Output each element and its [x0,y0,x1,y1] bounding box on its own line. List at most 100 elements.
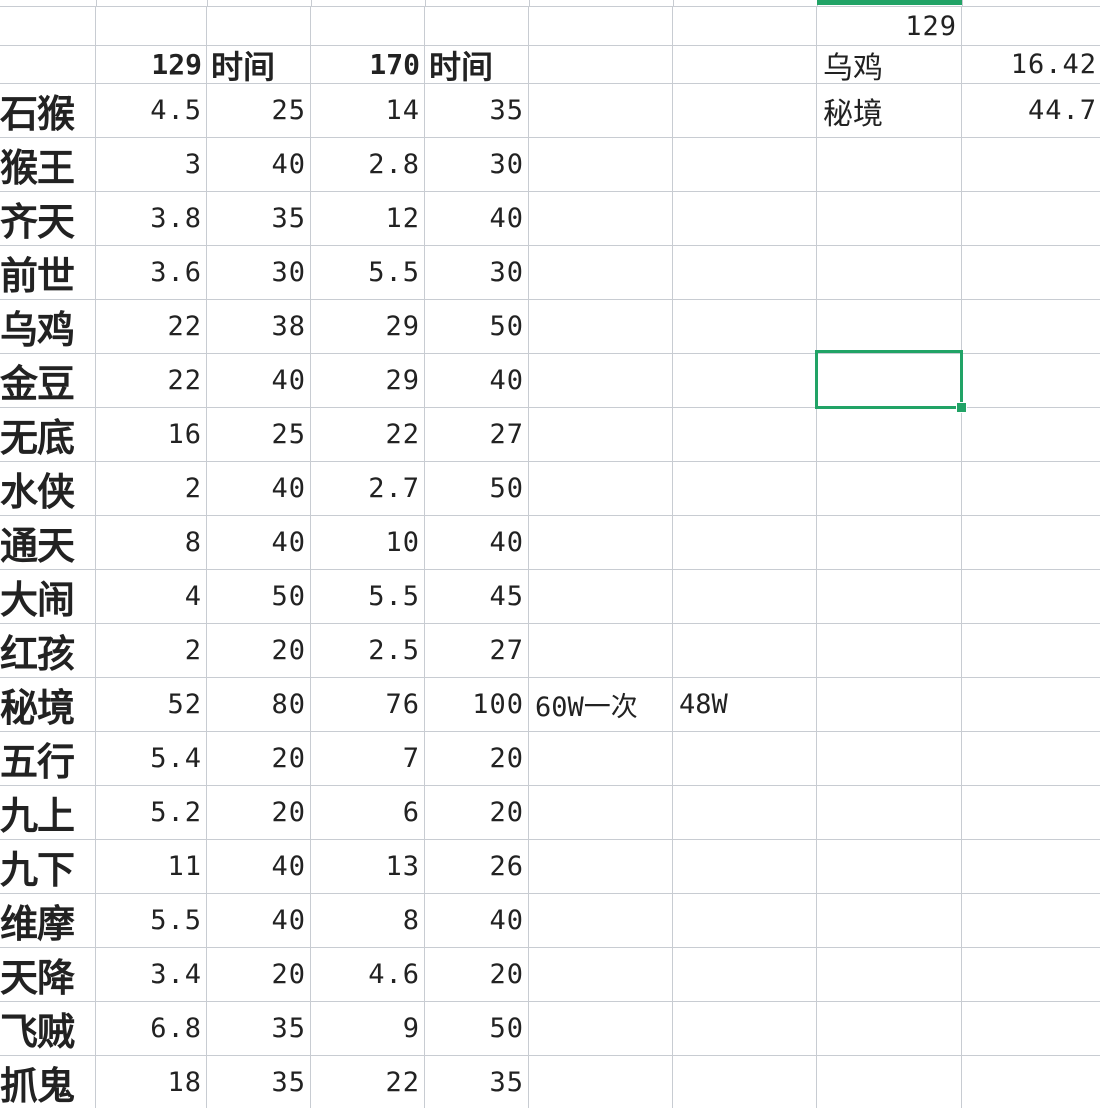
time-129-cell[interactable]: 50 [207,570,311,624]
row-name-cell[interactable]: 大闹 [0,570,96,624]
time-170-cell[interactable]: 40 [425,516,529,570]
cell[interactable] [529,354,673,408]
value-170-cell[interactable]: 2.8 [311,138,425,192]
cell[interactable] [529,1002,673,1056]
cell[interactable] [673,840,817,894]
cell[interactable] [962,624,1100,678]
cell[interactable] [962,354,1100,408]
value-129-cell[interactable]: 11 [96,840,207,894]
note-cell[interactable]: 60W一次 [529,678,673,732]
row-name-cell[interactable]: 前世 [0,246,96,300]
time-129-cell[interactable]: 35 [207,1056,311,1108]
value-129-cell[interactable]: 3.8 [96,192,207,246]
time-129-cell[interactable]: 35 [207,192,311,246]
value-170-cell[interactable]: 2.7 [311,462,425,516]
cell[interactable] [529,192,673,246]
time-129-cell[interactable]: 40 [207,894,311,948]
row-name-cell[interactable]: 五行 [0,732,96,786]
value-170-cell[interactable]: 29 [311,354,425,408]
cell[interactable] [817,516,962,570]
time-170-cell[interactable]: 26 [425,840,529,894]
cell[interactable] [529,732,673,786]
time-170-cell[interactable]: 20 [425,732,529,786]
row-name-cell[interactable]: 猴王 [0,138,96,192]
cell[interactable] [529,246,673,300]
cell[interactable] [817,678,962,732]
time-170-cell[interactable]: 40 [425,894,529,948]
cell[interactable] [817,570,962,624]
cell[interactable] [817,840,962,894]
value-129-cell[interactable]: 22 [96,300,207,354]
cell[interactable] [529,1056,673,1108]
time-129-cell[interactable]: 30 [207,246,311,300]
value-129-cell[interactable]: 3 [96,138,207,192]
cell[interactable] [673,786,817,840]
time-170-cell[interactable]: 20 [425,948,529,1002]
cell[interactable] [529,138,673,192]
value-170-cell[interactable]: 76 [311,678,425,732]
header-cell-170[interactable]: 170 [311,46,425,84]
cell[interactable] [817,948,962,1002]
row-name-cell[interactable]: 通天 [0,516,96,570]
time-170-cell[interactable]: 35 [425,1056,529,1108]
value-170-cell[interactable]: 22 [311,1056,425,1108]
time-129-cell[interactable]: 20 [207,948,311,1002]
cell[interactable] [311,7,425,46]
side-label-cell[interactable]: 秘境 [817,84,962,138]
cell[interactable] [817,246,962,300]
value-170-cell[interactable]: 10 [311,516,425,570]
value-170-cell[interactable]: 2.5 [311,624,425,678]
cell[interactable] [962,1056,1100,1108]
cell[interactable] [0,46,96,84]
cell[interactable] [673,1002,817,1056]
row-name-cell[interactable]: 九上 [0,786,96,840]
row-name-cell[interactable]: 维摩 [0,894,96,948]
value-170-cell[interactable]: 4.6 [311,948,425,1002]
cell[interactable] [529,300,673,354]
cell[interactable] [962,300,1100,354]
row-name-cell[interactable]: 石猴 [0,84,96,138]
cell[interactable] [817,786,962,840]
cell[interactable] [962,462,1100,516]
cell[interactable] [817,1056,962,1108]
row-name-cell[interactable]: 齐天 [0,192,96,246]
value-129-cell[interactable]: 2 [96,624,207,678]
value-129-cell[interactable]: 5.5 [96,894,207,948]
cell[interactable] [529,948,673,1002]
cell[interactable] [817,624,962,678]
cell[interactable] [817,462,962,516]
value-129-cell[interactable]: 52 [96,678,207,732]
value-129-cell[interactable]: 4.5 [96,84,207,138]
time-129-cell[interactable]: 38 [207,300,311,354]
cell[interactable] [817,408,962,462]
row-name-cell[interactable]: 九下 [0,840,96,894]
row-name-cell[interactable]: 水侠 [0,462,96,516]
cell[interactable] [673,516,817,570]
cell[interactable] [962,948,1100,1002]
cell[interactable] [207,7,311,46]
cell[interactable] [425,7,529,46]
value-170-cell[interactable]: 13 [311,840,425,894]
spreadsheet-grid[interactable]: 129 129 时间 170 时间 乌鸡 16.42 石猴 4.5 25 14 35 秘境… [0,0,1100,1108]
cell[interactable] [673,138,817,192]
value-170-cell[interactable]: 8 [311,894,425,948]
cell[interactable] [962,786,1100,840]
time-129-cell[interactable]: 80 [207,678,311,732]
value-129-cell[interactable]: 3.4 [96,948,207,1002]
side-label-cell[interactable]: 乌鸡 [817,46,962,84]
header-cell-129[interactable]: 129 [96,46,207,84]
time-129-cell[interactable]: 40 [207,462,311,516]
row-name-cell[interactable]: 无底 [0,408,96,462]
cell[interactable] [962,894,1100,948]
header-cell-time-129[interactable]: 时间 [207,46,311,84]
selected-cell-outline[interactable] [815,350,963,409]
cell[interactable] [673,354,817,408]
cell[interactable] [962,192,1100,246]
value-170-cell[interactable]: 12 [311,192,425,246]
cell[interactable] [673,1056,817,1108]
cell[interactable] [529,840,673,894]
row-name-cell[interactable]: 天降 [0,948,96,1002]
value-129-cell[interactable]: 2 [96,462,207,516]
row-name-cell[interactable]: 抓鬼 [0,1056,96,1108]
cell[interactable] [817,1002,962,1056]
